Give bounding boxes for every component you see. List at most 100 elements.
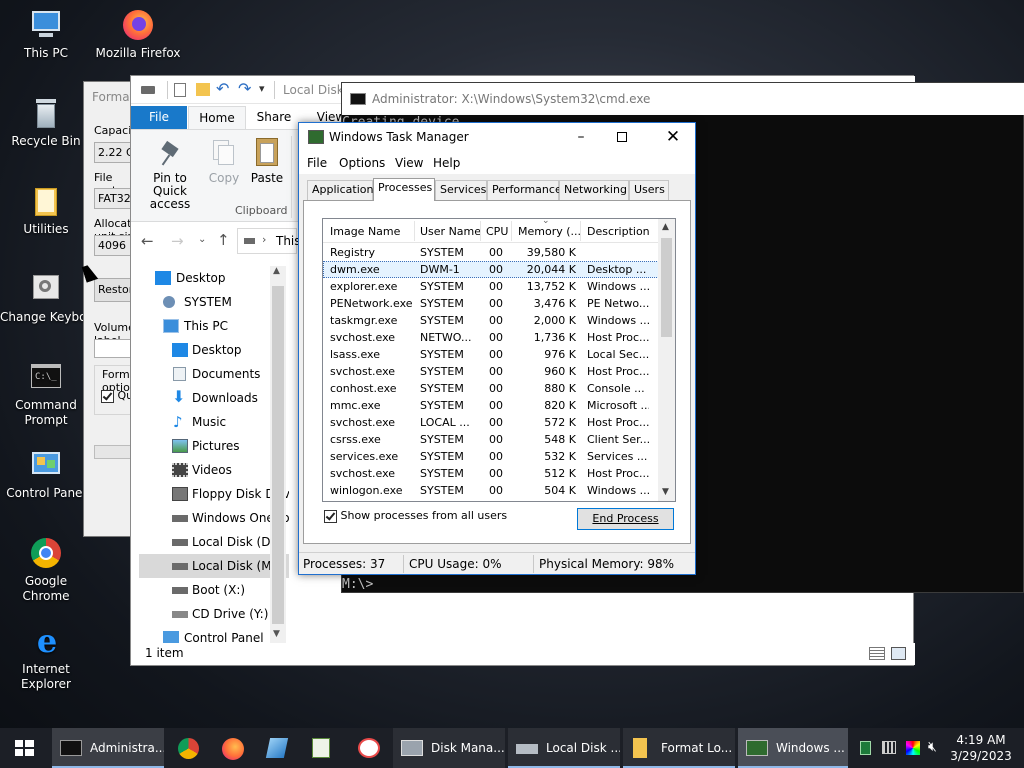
- chrome-icon[interactable]: [178, 738, 199, 759]
- pin-quick-access-button[interactable]: Pin to Quick access: [135, 138, 205, 211]
- tab-processes[interactable]: Processes: [373, 178, 435, 201]
- tab-networking[interactable]: Networking: [559, 180, 629, 200]
- nav-item-videos[interactable]: Videos: [139, 458, 289, 482]
- keyboard-icon[interactable]: [882, 741, 896, 754]
- process-row[interactable]: explorer.exe SYSTEM 00 13,752 K Windows ...: [323, 278, 659, 295]
- display-color-icon[interactable]: [906, 741, 920, 755]
- process-row[interactable]: svchost.exe LOCAL ... 00 572 K Host Proc...: [323, 414, 659, 431]
- start-button[interactable]: [0, 728, 48, 768]
- close-button[interactable]: ✕: [659, 123, 687, 152]
- tab-file[interactable]: File: [131, 106, 187, 129]
- scroll-up-icon[interactable]: ▲: [273, 266, 280, 276]
- process-row[interactable]: mmc.exe SYSTEM 00 820 K Microsoft ...: [323, 397, 659, 414]
- process-row[interactable]: dwm.exe DWM-1 00 20,044 K Desktop ...: [323, 261, 659, 278]
- minimize-button[interactable]: –: [571, 123, 591, 152]
- nav-item-pictures[interactable]: Pictures: [139, 434, 289, 458]
- cmd-prompt[interactable]: M:\>: [342, 577, 373, 592]
- process-row[interactable]: Registry SYSTEM 00 39,580 K: [323, 244, 659, 261]
- menu-options[interactable]: Options: [339, 156, 385, 170]
- process-row[interactable]: svchost.exe SYSTEM 00 960 K Host Proc...: [323, 363, 659, 380]
- desktop-icon-control-panel[interactable]: Control Panel: [0, 448, 92, 501]
- desktop-icon-command-prompt[interactable]: C:\_ Command Prompt: [0, 360, 92, 428]
- desktop-icon-recycle-bin[interactable]: Recycle Bin: [0, 96, 92, 149]
- nav-item-floppy[interactable]: Floppy Disk Drive: [139, 482, 289, 506]
- performance-monitor-icon[interactable]: [312, 738, 330, 758]
- taskbar-button-cmd[interactable]: Administra...: [52, 728, 164, 768]
- maximize-button[interactable]: [617, 132, 627, 142]
- nav-item-this-pc[interactable]: This PC: [139, 314, 289, 338]
- tab-share[interactable]: Share: [249, 106, 299, 129]
- menu-file[interactable]: File: [307, 156, 327, 170]
- show-all-users-checkbox[interactable]: Show processes from all users: [324, 509, 507, 523]
- volume-muted-icon[interactable]: 🔇︎: [928, 739, 937, 755]
- menu-help[interactable]: Help: [433, 156, 460, 170]
- taskbar-button-local-disk[interactable]: Local Disk ...: [508, 728, 620, 768]
- process-row[interactable]: winlogon.exe SYSTEM 00 504 K Windows ...: [323, 482, 659, 499]
- nav-item-boot-x[interactable]: Boot (X:): [139, 578, 289, 602]
- tab-users[interactable]: Users: [629, 180, 669, 200]
- scroll-up-icon[interactable]: ▲: [662, 222, 669, 232]
- menu-view[interactable]: View: [395, 156, 423, 170]
- scroll-thumb[interactable]: [661, 238, 672, 337]
- process-list[interactable]: Image Name User Name CPU Memory (... ⌄ D…: [322, 218, 676, 502]
- nav-item-documents[interactable]: Documents: [139, 362, 289, 386]
- column-description[interactable]: Description: [587, 225, 650, 238]
- up-arrow-icon[interactable]: ↑: [217, 231, 230, 249]
- taskbar-button-disk-management[interactable]: Disk Mana...: [393, 728, 505, 768]
- taskbar-button-format[interactable]: Format Lo...: [623, 728, 735, 768]
- nav-item-desktop-root[interactable]: Desktop: [139, 266, 289, 290]
- redo-icon[interactable]: ↷: [238, 79, 251, 99]
- process-row[interactable]: svchost.exe NETWO... 00 1,736 K Host Proc...: [323, 329, 659, 346]
- clock[interactable]: 4:19 AM 3/29/2023: [946, 732, 1016, 764]
- undo-icon[interactable]: ↶: [216, 79, 229, 99]
- process-row[interactable]: PENetwork.exe SYSTEM 00 3,476 K PE Netwo...: [323, 295, 659, 312]
- forward-arrow-icon[interactable]: →: [171, 232, 184, 250]
- nav-item-system[interactable]: SYSTEM: [139, 290, 289, 314]
- paste-button[interactable]: Paste: [247, 138, 287, 185]
- scroll-thumb[interactable]: [272, 286, 284, 624]
- desktop-icon-this-pc[interactable]: This PC: [0, 8, 92, 61]
- process-row[interactable]: services.exe SYSTEM 00 532 K Services ...: [323, 448, 659, 465]
- desktop-icon-internet-explorer[interactable]: e Internet Explorer: [0, 624, 92, 692]
- column-user-name[interactable]: User Name: [420, 225, 481, 238]
- new-folder-icon[interactable]: [196, 83, 210, 96]
- column-memory[interactable]: Memory (...: [518, 225, 581, 238]
- tray-task-manager-icon[interactable]: [860, 741, 871, 755]
- taskbar-button-task-manager[interactable]: Windows ...: [738, 728, 848, 768]
- desktop-icon-firefox[interactable]: Mozilla Firefox: [92, 8, 184, 61]
- process-row[interactable]: conhost.exe SYSTEM 00 880 K Console ...: [323, 380, 659, 397]
- process-row[interactable]: lsass.exe SYSTEM 00 976 K Local Sec...: [323, 346, 659, 363]
- desktop-icon-google-chrome[interactable]: Google Chrome: [0, 536, 92, 604]
- nav-item-downloads[interactable]: ⬇ Downloads: [139, 386, 289, 410]
- nav-item-local-disk-m[interactable]: Local Disk (M:): [139, 554, 289, 578]
- scroll-down-icon[interactable]: ▼: [273, 629, 280, 639]
- large-icons-view-icon[interactable]: [891, 647, 906, 660]
- recent-locations-chevron-icon[interactable]: ⌄: [198, 234, 206, 245]
- tab-performance[interactable]: Performance: [487, 180, 562, 200]
- notepad-icon[interactable]: [265, 738, 289, 758]
- tab-services[interactable]: Services: [435, 180, 487, 200]
- nav-pane-scrollbar[interactable]: ▲ ▼: [270, 266, 286, 644]
- qat-customize-icon[interactable]: ▾: [259, 82, 265, 95]
- nav-item-windows-onecore[interactable]: Windows OneCore: [139, 506, 289, 530]
- scroll-down-icon[interactable]: ▼: [662, 487, 669, 497]
- firefox-icon[interactable]: [222, 738, 244, 760]
- process-list-scrollbar[interactable]: ▲ ▼: [658, 219, 675, 501]
- process-row[interactable]: svchost.exe SYSTEM 00 512 K Host Proc...: [323, 465, 659, 482]
- nav-item-music[interactable]: ♪ Music: [139, 410, 289, 434]
- properties-icon[interactable]: [174, 83, 186, 97]
- nav-item-desktop[interactable]: Desktop: [139, 338, 289, 362]
- back-arrow-icon[interactable]: ←: [141, 232, 154, 250]
- process-row[interactable]: csrss.exe SYSTEM 00 548 K Client Ser...: [323, 431, 659, 448]
- desktop-icon-change-keyboard-layout[interactable]: Change Keyboard Layout: [0, 272, 151, 325]
- details-view-icon[interactable]: [869, 647, 885, 660]
- tab-applications[interactable]: Applications: [307, 180, 379, 200]
- tab-home[interactable]: Home: [188, 106, 246, 129]
- end-process-button[interactable]: End Process: [577, 508, 674, 530]
- nav-item-local-disk-d[interactable]: Local Disk (D:): [139, 530, 289, 554]
- column-cpu[interactable]: CPU: [486, 225, 508, 238]
- copy-button[interactable]: Copy: [205, 138, 243, 185]
- column-image-name[interactable]: Image Name: [330, 225, 400, 238]
- paint-icon[interactable]: [358, 738, 380, 758]
- process-row[interactable]: taskmgr.exe SYSTEM 00 2,000 K Windows ...: [323, 312, 659, 329]
